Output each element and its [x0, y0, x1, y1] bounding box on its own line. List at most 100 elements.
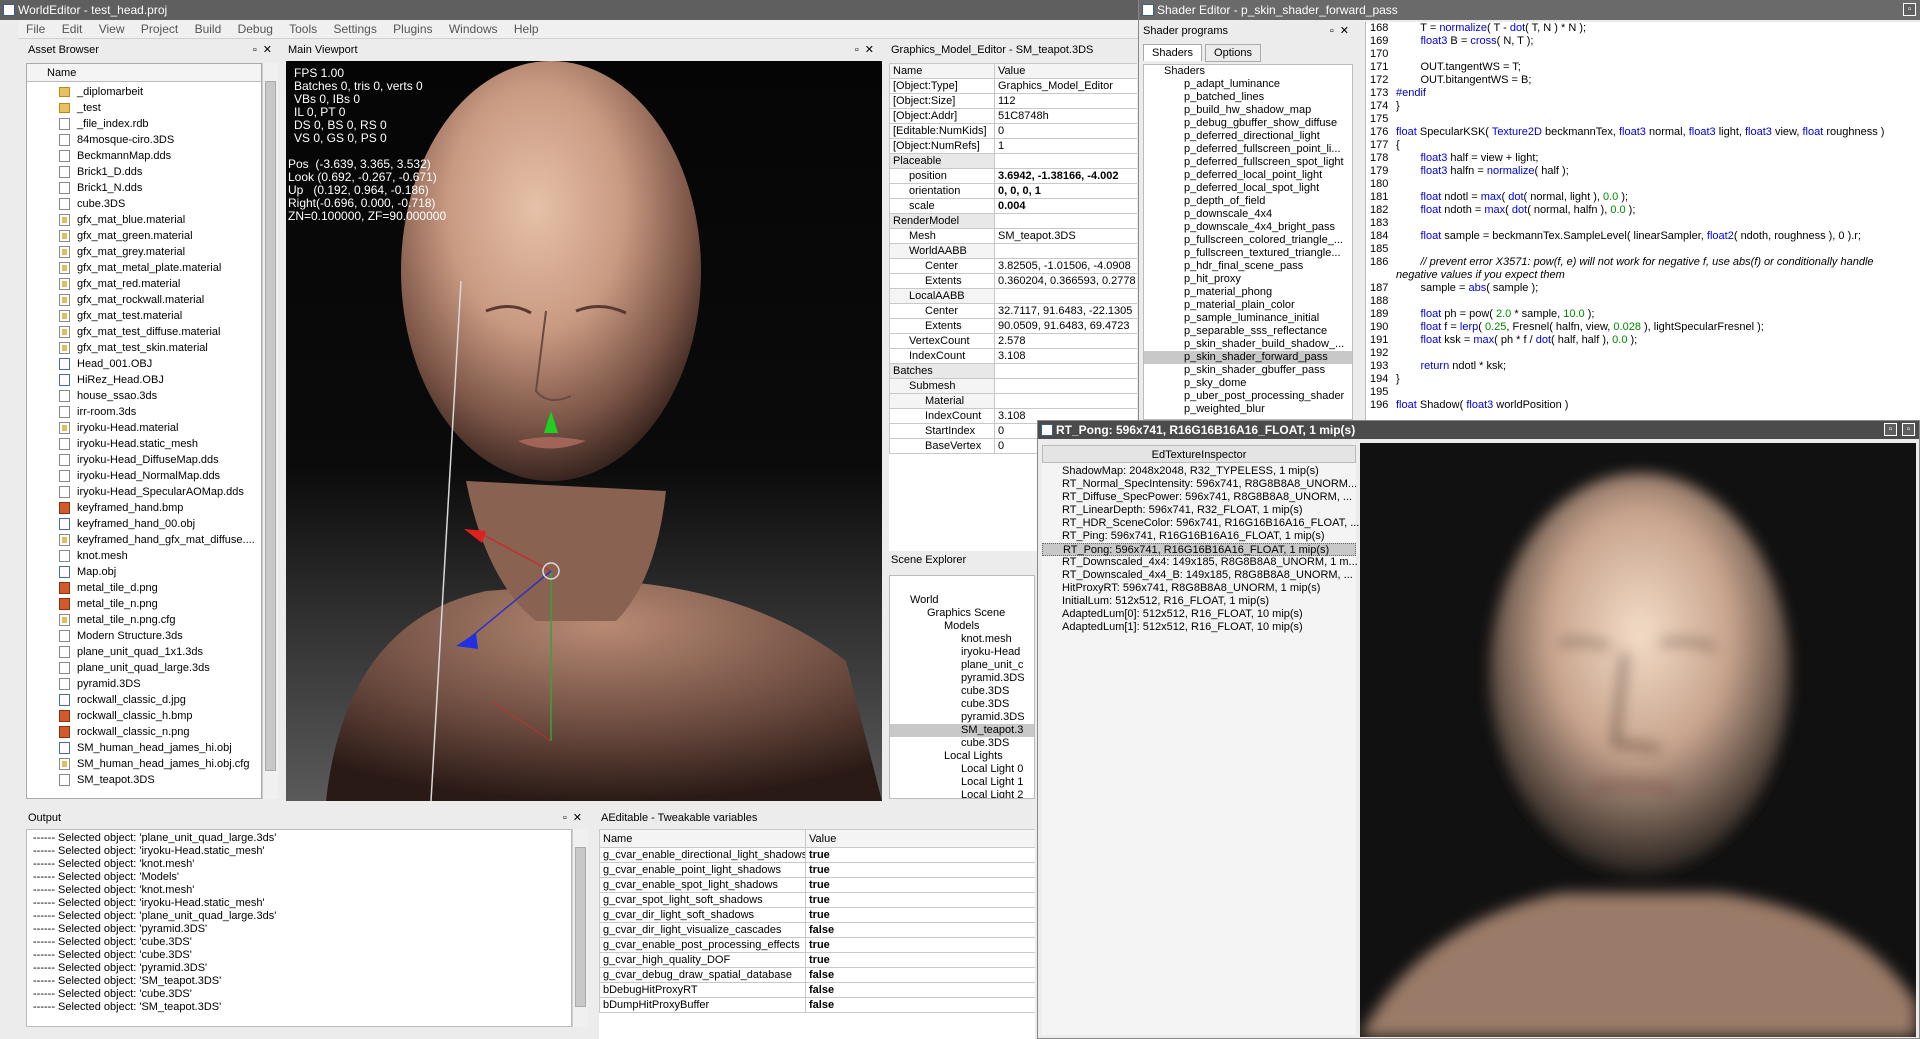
shader-item[interactable]: p_deferred_local_spot_light — [1144, 182, 1352, 195]
menu-plugins[interactable]: Plugins — [393, 22, 432, 36]
scene-tree-item[interactable]: Local Lights — [890, 750, 1034, 763]
tweakable-row[interactable]: g_cvar_dir_light_visualize_cascades false — [599, 922, 1035, 938]
asset-item[interactable]: keyframed_hand_gfx_mat_diffuse.... — [27, 532, 261, 548]
asset-item[interactable]: cube.3DS — [27, 196, 261, 212]
col-value[interactable]: Value — [805, 829, 1035, 848]
property-row[interactable]: Placeable — [889, 153, 1137, 169]
shader-item[interactable]: p_adapt_luminance — [1144, 78, 1352, 91]
property-value[interactable]: 3.6942, -1.38166, -4.002 — [994, 168, 1137, 184]
menu-debug[interactable]: Debug — [238, 22, 273, 36]
scene-tree-item[interactable]: cube.3DS — [890, 698, 1034, 711]
property-value[interactable]: 32.7117, 91.6483, -22.1305 — [994, 303, 1137, 319]
scene-tree-item[interactable]: knot.mesh — [890, 633, 1034, 646]
property-value[interactable]: 2.578 — [994, 333, 1137, 349]
shader-item[interactable]: p_deferred_directional_light — [1144, 130, 1352, 143]
asset-item[interactable]: Modern Structure.3ds — [27, 628, 261, 644]
scene-tree-item[interactable]: cube.3DS — [890, 685, 1034, 698]
shader-editor-titlebar[interactable]: Shader Editor - p_skin_shader_forward_pa… — [1139, 0, 1920, 20]
tweakable-row[interactable]: g_cvar_enable_spot_light_shadows true — [599, 877, 1035, 893]
asset-item[interactable]: metal_tile_d.png — [27, 580, 261, 596]
shader-item[interactable]: p_material_phong — [1144, 286, 1352, 299]
shader-item[interactable]: p_deferred_fullscreen_spot_light — [1144, 156, 1352, 169]
tweakable-value[interactable]: false — [805, 922, 1035, 938]
shader-item[interactable]: p_weighted_blur — [1144, 403, 1352, 416]
tweakable-row[interactable]: g_cvar_enable_post_processing_effects tru… — [599, 937, 1035, 953]
tweakable-row[interactable]: g_cvar_high_quality_DOF true — [599, 952, 1035, 968]
property-value[interactable]: 1 — [994, 138, 1137, 154]
texture-item[interactable]: AdaptedLum[0]: 512x512, R16_FLOAT, 10 mi… — [1042, 608, 1356, 621]
shader-item[interactable]: p_separable_sss_reflectance — [1144, 325, 1352, 338]
menu-view[interactable]: View — [99, 22, 125, 36]
tab-options[interactable]: Options — [1205, 44, 1261, 62]
asset-item[interactable]: knot.mesh — [27, 548, 261, 564]
scene-tree-item[interactable]: Graphics Scene — [890, 607, 1034, 620]
scene-tree-item[interactable]: cube.3DS — [890, 737, 1034, 750]
asset-item[interactable]: pyramid.3DS — [27, 676, 261, 692]
asset-item[interactable]: BeckmannMap.dds — [27, 148, 261, 164]
texture-item[interactable]: RT_Downscaled_4x4: 149x185, R8G8B8A8_UNO… — [1042, 556, 1358, 569]
asset-scroll-thumb[interactable] — [265, 81, 276, 771]
menu-file[interactable]: File — [26, 22, 45, 36]
tweakable-value[interactable]: true — [805, 907, 1035, 923]
asset-item[interactable]: rockwall_classic_h.bmp — [27, 708, 261, 724]
property-value[interactable]: 112 — [994, 93, 1137, 109]
scene-tree-item[interactable]: Local Light 2 — [890, 789, 1034, 798]
asset-item[interactable]: iryoku-Head_SpecularAOMap.dds — [27, 484, 261, 500]
render-viewport[interactable]: FPS 1.00 Batches 0, tris 0, verts 0 VBs … — [286, 61, 882, 801]
property-value[interactable]: Graphics_Model_Editor — [994, 78, 1137, 94]
asset-item[interactable]: metal_tile_n.png — [27, 596, 261, 612]
property-row[interactable]: scale 0.004 — [889, 198, 1137, 214]
shader-item[interactable]: p_hdr_final_scene_pass — [1144, 260, 1352, 273]
asset-item[interactable]: gfx_mat_test_skin.material — [27, 340, 261, 356]
asset-item[interactable]: Brick1_N.dds — [27, 180, 261, 196]
tweakable-value[interactable]: true — [805, 937, 1035, 953]
property-value[interactable] — [994, 288, 1137, 304]
property-row[interactable]: WorldAABB — [889, 243, 1137, 259]
scene-tree-item[interactable]: iryoku-Head — [890, 646, 1034, 659]
property-row[interactable]: Material — [889, 393, 1137, 409]
texture-item[interactable]: RT_Pong: 596x741, R16G16B16A16_FLOAT, 1 … — [1042, 543, 1356, 556]
asset-item[interactable]: SM_human_head_james_hi.obj — [27, 740, 261, 756]
tweakable-value[interactable]: false — [805, 967, 1035, 983]
menu-edit[interactable]: Edit — [62, 22, 83, 36]
asset-item[interactable]: gfx_mat_red.material — [27, 276, 261, 292]
property-row[interactable]: IndexCount 3.108 — [889, 348, 1137, 364]
scene-tree-item[interactable]: pyramid.3DS — [890, 711, 1034, 724]
shader-item[interactable]: p_skin_shader_forward_pass — [1144, 351, 1352, 364]
property-value[interactable]: 90.0509, 91.6483, 69.4723 — [994, 318, 1137, 334]
asset-item[interactable]: gfx_mat_blue.material — [27, 212, 261, 228]
property-value[interactable]: 51C8748h — [994, 108, 1137, 124]
shader-item[interactable]: p_depth_of_field — [1144, 195, 1352, 208]
asset-item[interactable]: keyframed_hand.bmp — [27, 500, 261, 516]
asset-item[interactable]: iryoku-Head.static_mesh — [27, 436, 261, 452]
property-row[interactable]: VertexCount 2.578 — [889, 333, 1137, 349]
shader-item[interactable]: p_deferred_local_point_light — [1144, 169, 1352, 182]
property-value[interactable]: 3.82505, -1.01506, -4.0908 — [994, 258, 1137, 274]
shader-item[interactable]: p_skin_shader_build_shadow_... — [1144, 338, 1352, 351]
panel-buttons[interactable]: ▫✕ — [253, 41, 278, 59]
property-value[interactable] — [994, 393, 1137, 409]
asset-item[interactable]: gfx_mat_grey.material — [27, 244, 261, 260]
tweakable-value[interactable]: false — [805, 997, 1035, 1013]
shader-item[interactable]: p_hit_proxy — [1144, 273, 1352, 286]
menu-windows[interactable]: Windows — [449, 22, 498, 36]
property-row[interactable]: [Object:Size] 112 — [889, 93, 1137, 109]
property-row[interactable]: Extents 90.0509, 91.6483, 69.4723 — [889, 318, 1137, 334]
asset-item[interactable]: SM_human_head_james_hi.obj.cfg — [27, 756, 261, 772]
shader-item[interactable]: p_skin_shader_gbuffer_pass — [1144, 364, 1352, 377]
panel-buttons[interactable]: ▫✕ — [563, 809, 588, 827]
asset-item[interactable]: _file_index.rdb — [27, 116, 261, 132]
texture-item[interactable]: RT_HDR_SceneColor: 596x741, R16G16B16A16… — [1042, 517, 1359, 530]
asset-item[interactable]: gfx_mat_rockwall.material — [27, 292, 261, 308]
asset-item[interactable]: iryoku-Head_DiffuseMap.dds — [27, 452, 261, 468]
menu-project[interactable]: Project — [141, 22, 178, 36]
property-row[interactable]: Batches — [889, 363, 1137, 379]
tweakable-value[interactable]: true — [805, 847, 1035, 863]
shader-item[interactable]: p_deferred_fullscreen_point_li... — [1144, 143, 1352, 156]
scene-tree-item[interactable]: World — [890, 594, 1034, 607]
menu-help[interactable]: Help — [514, 22, 539, 36]
property-value[interactable]: SM_teapot.3DS — [994, 228, 1137, 244]
texture-item[interactable]: RT_Ping: 596x741, R16G16B16A16_FLOAT, 1 … — [1042, 530, 1356, 543]
asset-item[interactable]: gfx_mat_metal_plate.material — [27, 260, 261, 276]
property-row[interactable]: orientation 0, 0, 0, 1 — [889, 183, 1137, 199]
